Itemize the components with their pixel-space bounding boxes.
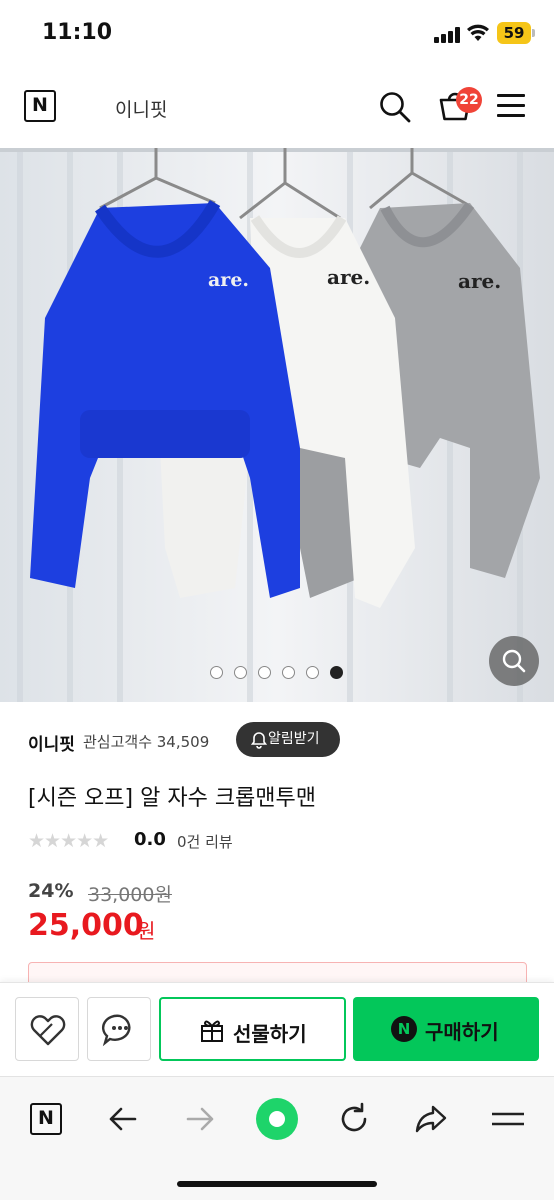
- original-price: 33,000원: [88, 884, 172, 906]
- signal-icon: [434, 27, 460, 43]
- heart-icon: [30, 1015, 66, 1046]
- battery-indicator: 59: [497, 22, 531, 44]
- sale-price: 25,000: [28, 908, 144, 943]
- product-title: [시즌 오프] 알 자수 크롭맨투맨: [28, 786, 317, 811]
- forward-arrow-icon[interactable]: [178, 1097, 222, 1141]
- wishlist-button[interactable]: [15, 997, 79, 1061]
- talk-button[interactable]: [87, 997, 151, 1061]
- gallery-dot[interactable]: [258, 666, 271, 679]
- store-name[interactable]: 이니핏: [28, 730, 75, 755]
- cart-count-badge: 22: [456, 87, 482, 113]
- white-print: are.: [327, 265, 370, 289]
- gallery-dot[interactable]: [234, 666, 247, 679]
- chat-icon: [102, 1014, 131, 1047]
- naver-home-button[interactable]: N: [24, 1097, 68, 1141]
- wifi-icon: [467, 24, 489, 41]
- gallery-dot[interactable]: [306, 666, 319, 679]
- search-icon[interactable]: [378, 90, 412, 124]
- gallery-dot-active[interactable]: [330, 666, 343, 679]
- bell-plus-icon: [250, 732, 268, 749]
- buy-label: 구매하기: [425, 1020, 499, 1044]
- product-image[interactable]: are. are. are.: [0, 148, 554, 702]
- zoom-icon: [502, 649, 526, 673]
- gift-button[interactable]: 선물하기: [159, 997, 346, 1061]
- share-icon[interactable]: [409, 1097, 453, 1141]
- grey-print: are.: [458, 269, 501, 293]
- gift-label: 선물하기: [233, 1022, 307, 1046]
- rating-score: 0.0: [134, 829, 166, 850]
- green-dot-icon[interactable]: [255, 1097, 299, 1141]
- gallery-pagination: [210, 666, 350, 680]
- tab-menu-icon[interactable]: [486, 1097, 530, 1141]
- store-row: 이니핏 관심고객수 34,509 알림받기: [28, 722, 528, 758]
- status-time: 11:10: [42, 20, 113, 45]
- buy-button[interactable]: N 구매하기: [353, 997, 539, 1061]
- alarm-label: 알림받기: [268, 731, 320, 747]
- hamburger-menu-icon[interactable]: [497, 92, 527, 120]
- price-unit: 원: [137, 919, 156, 943]
- gallery-dot[interactable]: [210, 666, 223, 679]
- shop-name[interactable]: 이니핏: [115, 95, 167, 122]
- star-rating: ★★★★★: [28, 830, 109, 852]
- zoom-button[interactable]: [489, 636, 539, 686]
- discount-rate: 24%: [28, 880, 74, 902]
- alarm-button[interactable]: 알림받기: [236, 722, 340, 757]
- purchase-action-bar: 선물하기 N 구매하기: [0, 982, 554, 1076]
- status-bar: 11:10 59: [0, 0, 554, 70]
- product-photo: are. are. are.: [0, 148, 554, 702]
- home-indicator: [177, 1181, 377, 1187]
- blue-print: are.: [208, 269, 249, 291]
- gift-icon: [201, 1020, 223, 1042]
- rating-row[interactable]: ★★★★★ 0.0 0건 리뷰: [28, 828, 428, 852]
- gallery-dot[interactable]: [282, 666, 295, 679]
- back-arrow-icon[interactable]: [101, 1097, 145, 1141]
- naver-home-icon: N: [30, 1103, 62, 1135]
- refresh-icon[interactable]: [332, 1097, 376, 1141]
- naver-pay-icon: N: [391, 1016, 417, 1042]
- interest-count: 관심고객수 34,509: [83, 733, 210, 751]
- review-count[interactable]: 0건 리뷰: [177, 831, 233, 852]
- battery-tip: [532, 29, 535, 37]
- naver-logo-button[interactable]: N: [24, 90, 56, 122]
